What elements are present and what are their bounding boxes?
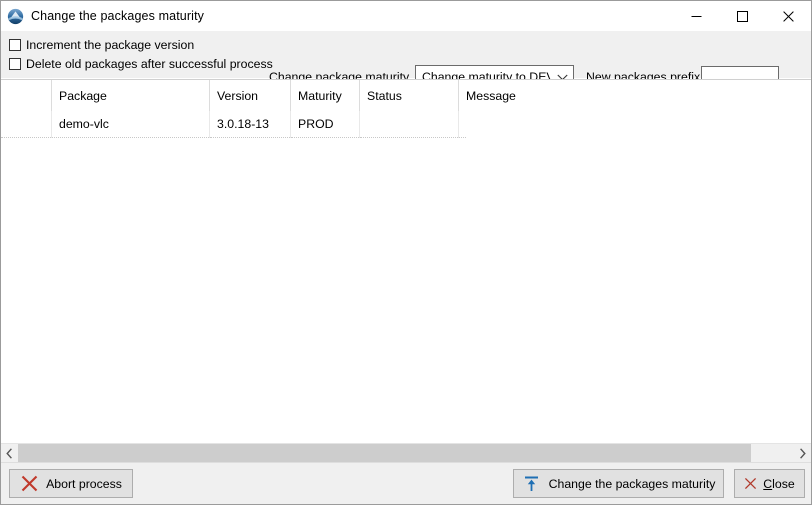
- window-controls: [673, 1, 811, 31]
- column-header-status[interactable]: Status: [360, 80, 459, 111]
- checkbox-increment-version[interactable]: Increment the package version: [9, 35, 273, 54]
- scroll-right-button[interactable]: [794, 444, 811, 462]
- maximize-icon: [737, 11, 748, 22]
- upload-arrow-icon: [522, 474, 541, 493]
- app-globe-icon: [7, 8, 24, 25]
- cell-message: [459, 111, 467, 138]
- abort-process-label: Abort process: [46, 477, 122, 491]
- close-button[interactable]: Close: [734, 469, 805, 498]
- column-header-maturity[interactable]: Maturity: [291, 80, 360, 111]
- packages-table: Package Version Maturity Status Message …: [1, 80, 466, 138]
- cell-status: [360, 111, 459, 138]
- checkbox-box[interactable]: [9, 39, 21, 51]
- close-label-rest: lose: [772, 477, 795, 491]
- window-title: Change the packages maturity: [31, 9, 204, 23]
- red-x-icon: [20, 474, 39, 493]
- cell-maturity: PROD: [291, 111, 360, 138]
- chevron-left-icon: [6, 448, 13, 459]
- checkbox-delete-old-packages[interactable]: Delete old packages after successful pro…: [9, 54, 273, 73]
- scroll-left-button[interactable]: [1, 444, 18, 462]
- window-close-button[interactable]: [765, 1, 811, 31]
- close-icon: [783, 11, 794, 22]
- footer-bar: Abort process Change the packages maturi…: [1, 462, 811, 504]
- column-header-version[interactable]: Version: [210, 80, 291, 111]
- table-body: demo-vlc 3.0.18-13 PROD: [1, 111, 466, 138]
- abort-process-button[interactable]: Abort process: [9, 469, 133, 498]
- change-maturity-label: Change the packages maturity: [549, 477, 716, 491]
- dialog-window: Change the packages maturity: [0, 0, 812, 505]
- scrollbar-track[interactable]: [18, 444, 794, 462]
- checkbox-box[interactable]: [9, 58, 21, 70]
- title-bar: Change the packages maturity: [1, 1, 811, 31]
- change-maturity-button[interactable]: Change the packages maturity: [513, 469, 724, 498]
- column-header-message[interactable]: Message: [459, 80, 467, 111]
- maximize-button[interactable]: [719, 1, 765, 31]
- column-header-select[interactable]: [1, 80, 52, 111]
- close-button-label: Close: [763, 477, 794, 491]
- cell-package: demo-vlc: [52, 111, 210, 138]
- scrollbar-thumb[interactable]: [18, 444, 751, 462]
- checkbox-group: Increment the package version Delete old…: [9, 35, 273, 73]
- table-row[interactable]: demo-vlc 3.0.18-13 PROD: [1, 111, 466, 138]
- horizontal-scrollbar[interactable]: [1, 443, 811, 462]
- minimize-icon: [691, 11, 702, 22]
- minimize-button[interactable]: [673, 1, 719, 31]
- column-header-package[interactable]: Package: [52, 80, 210, 111]
- red-x-icon: [744, 477, 757, 490]
- cell-version: 3.0.18-13: [210, 111, 291, 138]
- cell-select[interactable]: [1, 111, 52, 138]
- checkbox-delete-old-packages-label: Delete old packages after successful pro…: [26, 57, 273, 71]
- chevron-right-icon: [799, 448, 806, 459]
- packages-table-area[interactable]: Package Version Maturity Status Message …: [1, 79, 811, 443]
- close-accel-char: C: [763, 477, 772, 491]
- checkbox-increment-version-label: Increment the package version: [26, 38, 194, 52]
- options-toolbar: Increment the package version Delete old…: [1, 31, 811, 79]
- table-header: Package Version Maturity Status Message: [1, 80, 466, 111]
- table-header-row: Package Version Maturity Status Message: [1, 80, 466, 111]
